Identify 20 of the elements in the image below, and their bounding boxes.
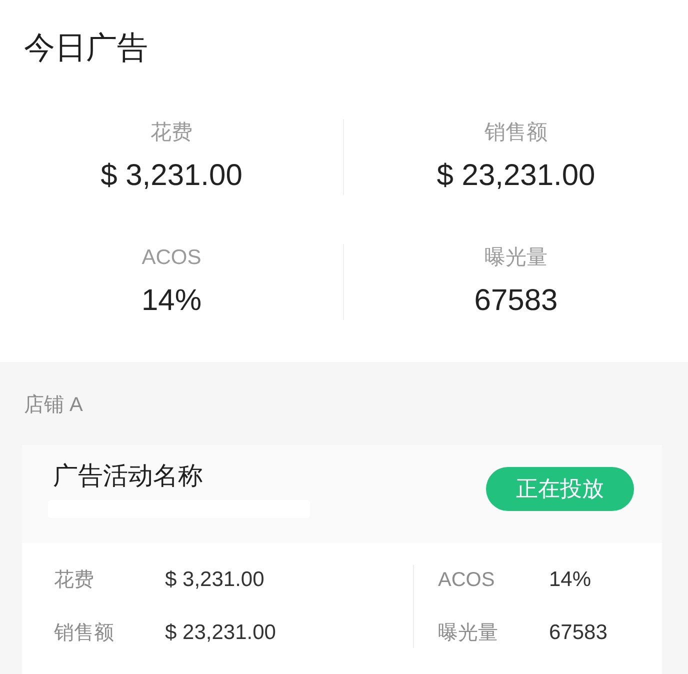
metric-label: 花费 <box>54 568 95 593</box>
stat-label: 销售额 <box>484 120 548 146</box>
metric-value: $ 23,231.00 <box>165 620 276 646</box>
metric-label: ACOS <box>438 568 496 593</box>
stat-label: 曝光量 <box>484 245 548 271</box>
store-name: 店铺 A <box>23 393 84 418</box>
status-button[interactable]: 正在投放 <box>486 467 634 511</box>
stat-value: 67583 <box>474 283 558 319</box>
metric-value: 67583 <box>549 620 608 646</box>
metric-label: 曝光量 <box>438 621 499 646</box>
metric-label: 销售额 <box>54 621 115 646</box>
metric-value: 14% <box>549 567 592 594</box>
stat-label: 花费 <box>150 120 192 146</box>
stat-value: $ 23,231.00 <box>436 158 596 194</box>
stat-value: 14% <box>141 283 202 319</box>
metric-value: $ 3,231.00 <box>165 567 264 594</box>
stat-value: $ 3,231.00 <box>100 158 242 194</box>
page-title: 今日广告 <box>24 30 149 66</box>
campaign-name: 广告活动名称 <box>53 461 204 492</box>
stat-label: ACOS <box>142 245 202 271</box>
